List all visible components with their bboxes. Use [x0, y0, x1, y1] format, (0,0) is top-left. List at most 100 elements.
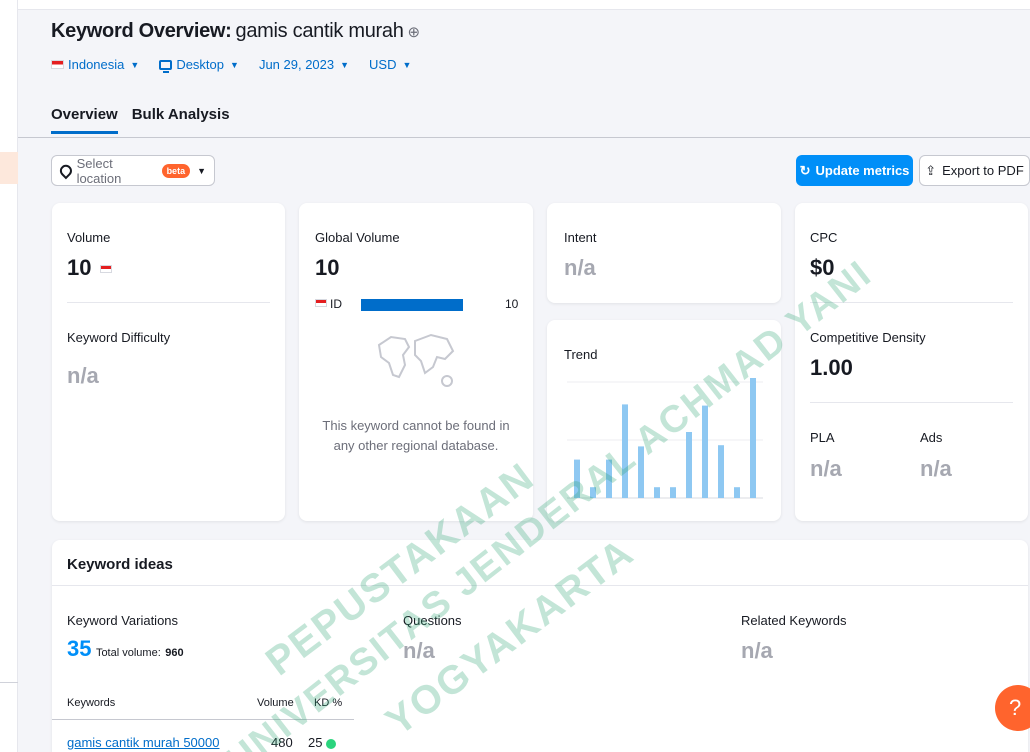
cpc-label: CPC [810, 230, 838, 245]
world-map-icon [377, 333, 455, 387]
trend-bar[interactable] [670, 487, 676, 498]
trend-bar[interactable] [654, 487, 660, 498]
competitive-density-label: Competitive Density [810, 330, 926, 345]
tab-overview[interactable]: Overview [51, 106, 118, 134]
trend-bar[interactable] [606, 459, 612, 498]
keyword-link[interactable]: gamis cantik murah 50000 [67, 735, 219, 750]
trend-bar[interactable] [734, 487, 740, 498]
left-sidebar-strip [0, 0, 18, 752]
global-volume-value: 10 [315, 255, 340, 280]
top-bar [18, 0, 1030, 10]
filter-bar: Indonesia ▼ Desktop ▼ Jun 29, 2023 ▼ USD… [51, 57, 411, 73]
refresh-icon: ↻ [799, 162, 811, 178]
chevron-down-icon: ▼ [197, 165, 206, 176]
update-metrics-button[interactable]: ↻ Update metrics [796, 155, 913, 186]
sidebar-active-marker [0, 152, 18, 184]
divider [67, 302, 270, 303]
export-pdf-label: Export to PDF [942, 163, 1024, 178]
table-header-kd: KD % [314, 697, 343, 709]
total-volume-value: 960 [165, 647, 184, 659]
keyword-kd: 25 [308, 735, 337, 750]
desktop-icon [159, 59, 173, 73]
volume-value: 10 [67, 255, 112, 281]
date-filter[interactable]: Jun 29, 2023 ▼ [259, 57, 349, 72]
related-keywords-label: Related Keywords [741, 613, 847, 628]
trend-bar[interactable] [590, 487, 596, 498]
cpc-value: $0 [810, 255, 835, 280]
keyword-variations-summary: 35 Total volume: 960 [67, 636, 184, 662]
title-prefix: Keyword Overview: [51, 20, 232, 42]
upload-icon: ⇪ [925, 162, 937, 178]
divider [810, 402, 1013, 403]
beta-badge: beta [161, 163, 191, 178]
location-placeholder: Select location [76, 155, 122, 186]
divider [52, 585, 1028, 586]
volume-card: Volume 10 Keyword Difficulty n/a [52, 203, 285, 521]
chevron-down-icon: ▼ [340, 59, 350, 70]
cpc-card: CPC $0 Competitive Density 1.00 PLA n/a … [795, 203, 1028, 521]
add-keyword-icon[interactable]: ⊕ [408, 24, 421, 41]
volume-number: 10 [67, 255, 92, 280]
keyword-variations-label: Keyword Variations [67, 613, 179, 628]
export-pdf-button[interactable]: ⇪ Export to PDF [919, 155, 1030, 186]
intent-value: n/a [564, 255, 596, 280]
page-title: Keyword Overview: gamis cantik murah ⊕ [51, 20, 420, 43]
trend-bar[interactable] [622, 404, 628, 498]
indonesia-flag-icon [99, 265, 112, 274]
ads-label: Ads [920, 430, 943, 445]
global-empty-message: This keyword cannot be found in any othe… [322, 418, 510, 453]
trend-bar[interactable] [702, 405, 708, 498]
chevron-down-icon: ▼ [230, 59, 239, 70]
indonesia-flag-icon [315, 299, 327, 307]
competitive-density-value: 1.00 [810, 355, 853, 380]
country-filter-label: Indonesia [68, 57, 125, 72]
global-volume-label: Global Volume [315, 230, 400, 245]
trend-bar[interactable] [574, 459, 580, 498]
currency-filter[interactable]: USD ▼ [369, 57, 411, 72]
location-select[interactable]: Select location beta ▼ [51, 155, 215, 186]
date-filter-label: Jun 29, 2023 [258, 57, 335, 72]
questions-value: n/a [403, 638, 435, 663]
keyword-kd-value: 25 [308, 735, 323, 750]
volume-label: Volume [67, 230, 111, 245]
trend-bar[interactable] [750, 378, 756, 498]
questions-label: Questions [403, 613, 462, 628]
trend-chart [567, 378, 763, 499]
country-volume-value: 10 [505, 297, 519, 311]
location-pin-icon [57, 162, 75, 179]
sidebar-divider [0, 682, 18, 683]
ads-value: n/a [920, 456, 952, 481]
update-metrics-label: Update metrics [815, 163, 910, 178]
global-volume-card: Global Volume 10 ID 10 This keyword cann… [299, 203, 533, 521]
trend-bar[interactable] [718, 445, 724, 498]
trend-card: Trend [547, 320, 781, 521]
table-header-volume: Volume [257, 697, 294, 709]
country-code: ID [330, 297, 342, 311]
table-header-keywords: Keywords [67, 697, 116, 709]
trend-bar[interactable] [686, 432, 692, 498]
device-filter[interactable]: Desktop ▼ [159, 57, 239, 73]
chevron-down-icon: ▼ [130, 59, 140, 70]
keyword-volume: 480 [271, 735, 293, 750]
tab-bulk-analysis[interactable]: Bulk Analysis [132, 106, 230, 134]
kd-status-dot [326, 738, 337, 749]
divider [810, 302, 1013, 303]
currency-filter-label: USD [369, 57, 397, 72]
keyword-difficulty-label: Keyword Difficulty [67, 330, 171, 345]
indonesia-flag-icon [51, 60, 64, 69]
keyword-ideas-title: Keyword ideas [67, 556, 173, 573]
intent-label: Intent [564, 230, 597, 245]
keyword-difficulty-value: n/a [67, 363, 99, 388]
pla-value: n/a [810, 456, 842, 481]
device-filter-label: Desktop [176, 57, 225, 72]
keyword-variations-count[interactable]: 35 [67, 636, 91, 661]
total-volume-label: Total volume: [95, 647, 161, 659]
related-keywords-value: n/a [741, 638, 773, 663]
trend-bar[interactable] [638, 446, 644, 498]
table-header-divider [52, 719, 354, 720]
country-volume-bar [361, 299, 463, 311]
intent-card: Intent n/a [547, 203, 781, 303]
country-filter[interactable]: Indonesia ▼ [51, 57, 139, 72]
page-header: Keyword Overview: gamis cantik murah ⊕ Ind… [18, 10, 1030, 138]
keyword-ideas-panel: Keyword ideas Keyword Variations 35 Tota… [52, 540, 1028, 752]
